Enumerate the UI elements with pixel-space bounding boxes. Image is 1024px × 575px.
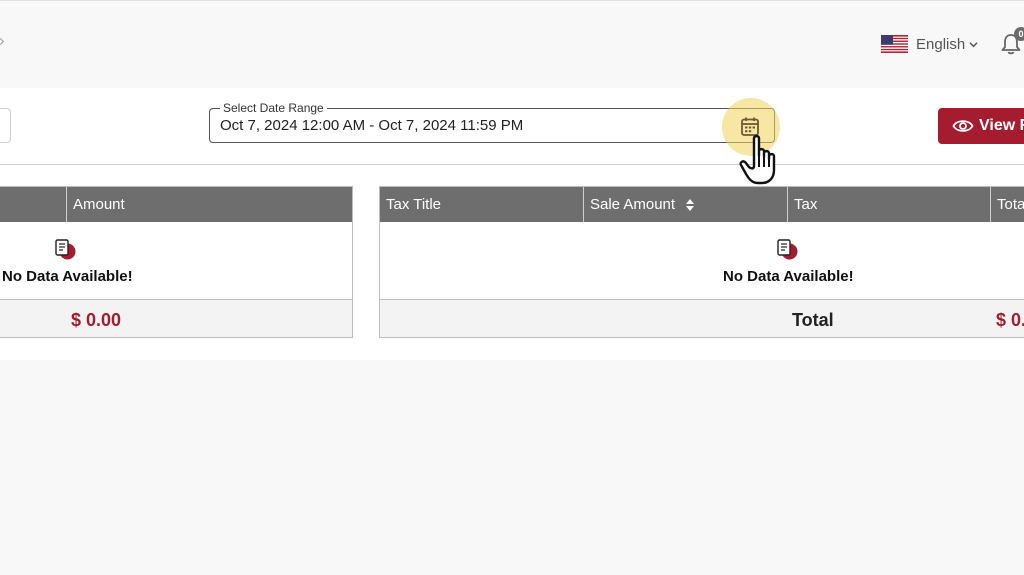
sale-amount-label: Sale Amount (590, 196, 676, 213)
empty-message: No Data Available! (723, 268, 854, 285)
us-flag-icon (881, 35, 908, 53)
chevron-down-icon (969, 41, 978, 47)
column-header-total[interactable]: Tota (991, 187, 1024, 222)
empty-state: No Data Available! (0, 222, 352, 299)
date-range-field[interactable]: Select Date Range Oct 7, 2024 12:00 AM -… (209, 101, 775, 143)
pointer-hand-icon (739, 134, 776, 185)
notification-badge: 0 (1014, 27, 1024, 41)
divider (0, 164, 1024, 165)
column-header-tax[interactable]: Tax (788, 187, 817, 222)
tax-summary-table: Tax Title Sale Amount Tax Tota No Data A… (379, 186, 1024, 338)
view-report-button[interactable]: View R (938, 108, 1024, 144)
language-label: English (916, 35, 966, 53)
no-data-icon (55, 239, 76, 260)
footer-amount: $ 0. (996, 310, 1024, 330)
table-footer: Total $ 0. (380, 299, 1024, 337)
date-range-value: Oct 7, 2024 12:00 AM - Oct 7, 2024 11:59… (220, 117, 524, 134)
footer-total-label: Total (792, 310, 834, 330)
chevron-right-icon[interactable] (0, 37, 5, 46)
left-summary-table: Amount No Data Available! $ 0.00 (0, 186, 353, 338)
left-filter-input[interactable] (0, 108, 11, 143)
table-footer: $ 0.00 (0, 299, 352, 337)
column-header-amount[interactable]: Amount (67, 187, 125, 222)
column-header-sale-amount[interactable]: Sale Amount (584, 187, 695, 222)
empty-message: No Data Available! (2, 268, 133, 285)
no-data-icon (777, 239, 798, 260)
table-header: Tax Title Sale Amount Tax Tota (380, 187, 1024, 222)
top-bar (0, 0, 1024, 88)
sort-icon[interactable] (685, 198, 695, 212)
eye-icon (952, 120, 974, 132)
view-report-label: View R (979, 117, 1024, 134)
table-header: Amount (0, 187, 352, 222)
column-header-tax-title[interactable]: Tax Title (380, 187, 441, 222)
footer-amount: $ 0.00 (71, 310, 122, 330)
empty-state: No Data Available! (380, 222, 1024, 299)
language-selector[interactable]: English (881, 34, 978, 54)
date-range-label: Select Date Range (220, 101, 327, 115)
